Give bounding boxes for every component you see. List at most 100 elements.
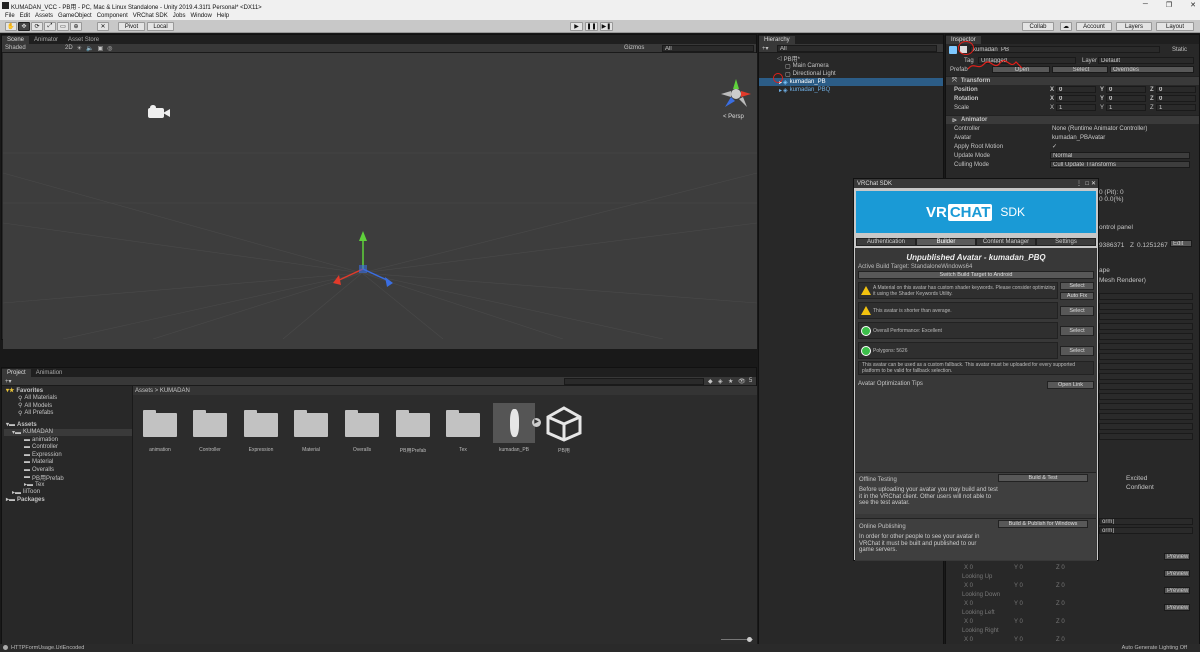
filter-type-icon[interactable]: ◆: [708, 378, 713, 385]
favorite-icon[interactable]: ★: [728, 378, 733, 385]
preview-button[interactable]: Preview: [1164, 570, 1190, 577]
dropdown[interactable]: [1099, 363, 1193, 370]
position-y-field[interactable]: 0: [1106, 86, 1146, 93]
vrc-tab-content-manager[interactable]: Content Manager: [976, 238, 1036, 246]
dropdown[interactable]: [1099, 403, 1193, 410]
auto-fix-button[interactable]: Auto Fix: [1060, 292, 1094, 300]
rotation-x-field[interactable]: 0: [1056, 95, 1096, 102]
tree-assets[interactable]: ▾▬ Assets: [4, 421, 132, 429]
tab-project[interactable]: Project: [2, 369, 31, 377]
folder-material[interactable]: [294, 409, 328, 437]
animator-header[interactable]: ⊳ Animator: [946, 115, 1199, 124]
bone-field[interactable]: orm): [1099, 518, 1193, 525]
menu-help[interactable]: Help: [217, 13, 229, 19]
tree-controller[interactable]: ▬ Controller: [4, 444, 132, 452]
tree-expression[interactable]: ▬ Expression: [4, 451, 132, 459]
tab-hierarchy[interactable]: Hierarchy: [759, 36, 795, 44]
folder-tex[interactable]: [446, 409, 480, 437]
transform-header[interactable]: ⤧ Transform: [946, 76, 1199, 85]
tree-all-models[interactable]: ⚲ All Models: [4, 402, 132, 410]
layer-dropdown[interactable]: Default: [1098, 57, 1194, 64]
move-tool-icon[interactable]: ✥: [18, 22, 30, 31]
dropdown[interactable]: [1099, 323, 1193, 330]
position-x-field[interactable]: 0: [1056, 86, 1096, 93]
tree-liltoon[interactable]: ▸▬ lilToon: [4, 489, 132, 497]
tree-animation[interactable]: ▬ animation: [4, 436, 132, 444]
minimize-icon[interactable]: ─: [1143, 1, 1148, 9]
maximize-icon[interactable]: □: [1085, 181, 1089, 187]
layers-button[interactable]: Layers: [1116, 22, 1152, 31]
menu-window[interactable]: Window: [190, 13, 211, 19]
dropdown[interactable]: [1099, 383, 1193, 390]
static-toggle[interactable]: Static: [1172, 47, 1187, 53]
build-and-test-button[interactable]: Build & Test: [998, 474, 1088, 482]
menu-dots-icon[interactable]: ⋮: [1076, 180, 1082, 187]
folder-expression[interactable]: [244, 409, 278, 437]
hierarchy-item-directional-light[interactable]: ▢ Directional Light: [759, 70, 943, 78]
update-mode-dropdown[interactable]: Normal: [1050, 152, 1190, 159]
close-icon[interactable]: ✕: [1190, 1, 1196, 9]
rotate-tool-icon[interactable]: ⟳: [31, 22, 43, 31]
prefab-select-button[interactable]: Select: [1052, 66, 1108, 73]
expand-arrow-icon[interactable]: ▸: [779, 87, 782, 94]
create-plus-icon[interactable]: +▾: [762, 45, 769, 52]
select-button[interactable]: Select: [1060, 346, 1094, 356]
persp-label[interactable]: < Persp: [723, 114, 744, 120]
scale-z-field[interactable]: 1: [1156, 104, 1196, 111]
preview-button[interactable]: Preview: [1164, 604, 1190, 611]
dropdown[interactable]: [1099, 353, 1193, 360]
folder-pb-prefab[interactable]: [396, 409, 430, 437]
tab-animation[interactable]: Animation: [31, 369, 68, 377]
scene-search-input[interactable]: All: [662, 45, 754, 52]
select-button[interactable]: Select: [1060, 326, 1094, 336]
open-link-button[interactable]: Open Link: [1047, 381, 1094, 389]
folder-overalls[interactable]: [345, 409, 379, 437]
vrc-tab-settings[interactable]: Settings: [1036, 238, 1096, 246]
filter-label-icon[interactable]: ◈: [718, 378, 723, 385]
apply-root-motion-checkbox[interactable]: ✓: [1050, 143, 1058, 150]
dropdown[interactable]: [1099, 313, 1193, 320]
step-icon[interactable]: ▶❚: [600, 22, 613, 31]
select-button[interactable]: Select: [1060, 282, 1094, 290]
tree-kumadan[interactable]: ▾▬ KUMADAN: [4, 428, 132, 436]
vrc-tab-builder[interactable]: Builder: [916, 238, 976, 246]
position-z-field[interactable]: 0: [1156, 86, 1196, 93]
preview-button[interactable]: Preview: [1164, 587, 1190, 594]
folder-animation[interactable]: [143, 409, 177, 437]
tree-all-prefabs[interactable]: ⚲ All Prefabs: [4, 410, 132, 418]
rect-tool-icon[interactable]: ▭: [57, 22, 69, 31]
vrc-tab-authentication[interactable]: Authentication: [856, 238, 916, 246]
shading-dropdown[interactable]: Shaded: [5, 45, 61, 51]
status-message[interactable]: HTTPFormUsage.UrlEncoded: [11, 645, 84, 651]
hidden-objects-icon[interactable]: ◎: [107, 45, 112, 52]
menu-gameobject[interactable]: GameObject: [58, 13, 92, 19]
tree-material[interactable]: ▬ Material: [4, 459, 132, 467]
menu-component[interactable]: Component: [97, 13, 128, 19]
hidden-count-icon[interactable]: 👁: [738, 378, 746, 385]
create-plus-icon[interactable]: +▾: [5, 378, 12, 385]
build-and-publish-button[interactable]: Build & Publish for Windows: [998, 520, 1088, 528]
rotation-z-field[interactable]: 0: [1156, 95, 1196, 102]
custom-tool-icon[interactable]: ✕: [97, 22, 109, 31]
scene-viewport[interactable]: < Persp: [3, 53, 757, 349]
dropdown[interactable]: [1099, 343, 1193, 350]
hierarchy-item-kumadan-pbq[interactable]: ▸ ◈ kumadan_PBQ: [759, 86, 943, 94]
menu-file[interactable]: File: [5, 13, 15, 19]
tree-tex[interactable]: ▸▬ Tex: [4, 481, 132, 489]
zoom-slider[interactable]: [721, 637, 753, 642]
bone-field[interactable]: orm): [1099, 527, 1193, 534]
gizmos-dropdown[interactable]: Gizmos: [624, 45, 644, 51]
orientation-gizmo-icon[interactable]: [719, 77, 753, 111]
unity-scene-icon[interactable]: [544, 406, 584, 442]
prefab-overrides-dropdown[interactable]: Overrides: [1110, 66, 1194, 73]
transform-tool-icon[interactable]: ⊕: [70, 22, 82, 31]
preview-button[interactable]: Preview: [1164, 553, 1190, 560]
edit-button[interactable]: Edit: [1170, 240, 1192, 247]
tab-animator[interactable]: Animator: [29, 36, 63, 44]
object-name-field[interactable]: kumadan_PB: [970, 46, 1160, 53]
hierarchy-item-kumadan-pb[interactable]: ▸ ◈ kumadan_PB: [759, 78, 943, 86]
tab-scene[interactable]: Scene: [2, 36, 30, 44]
breadcrumb[interactable]: Assets > KUMADAN: [133, 386, 757, 395]
camera-gizmo-icon[interactable]: [148, 105, 170, 119]
cloud-icon[interactable]: ☁: [1060, 22, 1072, 31]
